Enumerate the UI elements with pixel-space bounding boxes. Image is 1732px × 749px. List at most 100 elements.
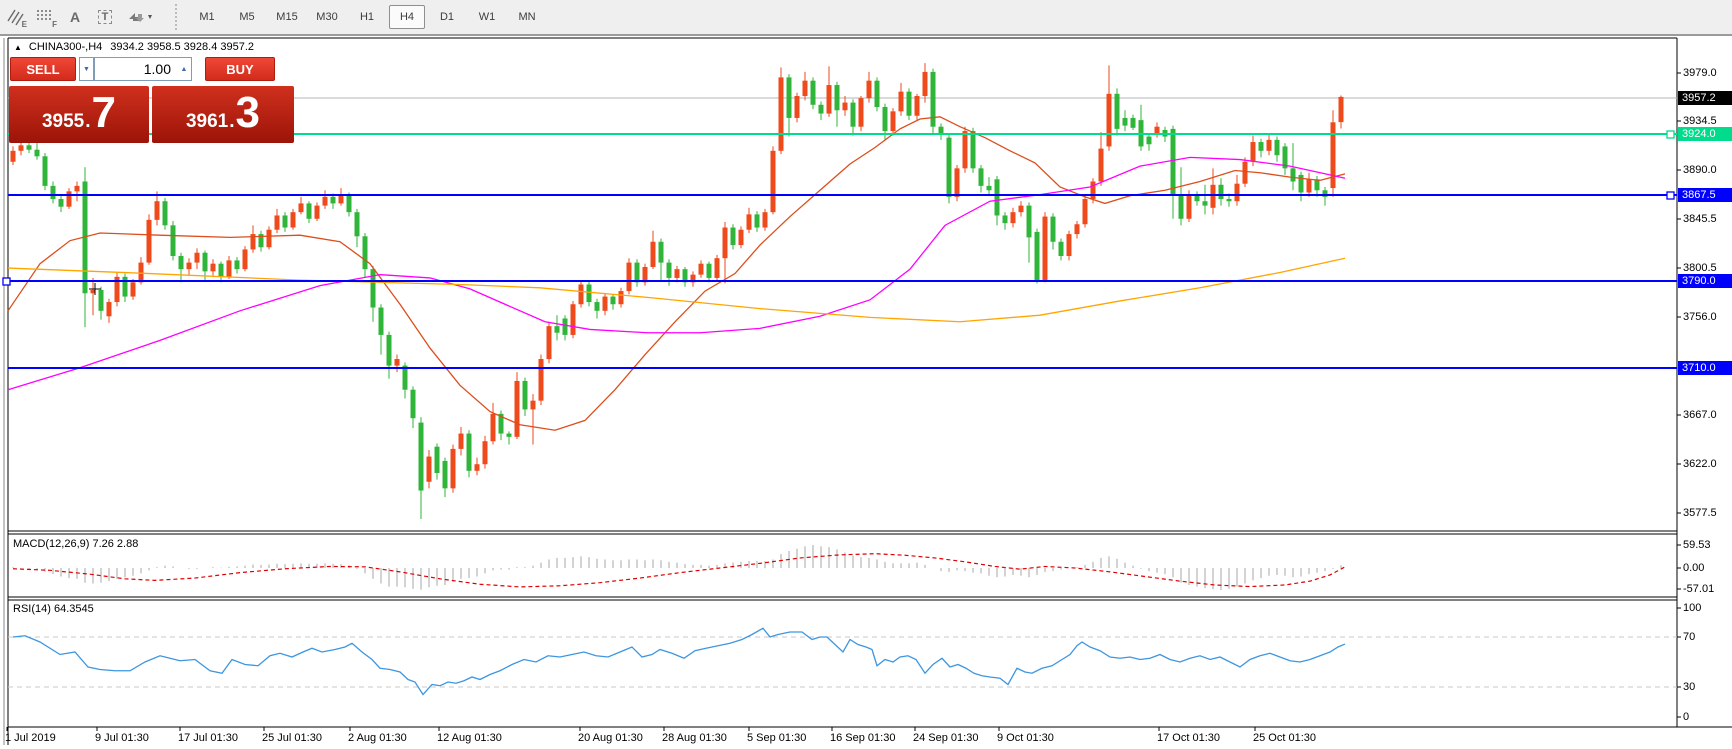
candle-body (763, 212, 768, 227)
fibonacci-retracement-icon[interactable]: F (31, 5, 59, 29)
macd-signal-line (13, 554, 1345, 587)
rsi-tick-label: 100 (1683, 602, 1701, 614)
price-tick-label: 3800.5 (1683, 262, 1717, 274)
candle-body (707, 264, 712, 278)
price-tick-label: 3756.0 (1683, 311, 1717, 323)
level-price-tag: 3790.0 (1678, 274, 1732, 288)
candle-body (835, 85, 840, 110)
candle-body (243, 249, 248, 269)
candle-body (619, 291, 624, 304)
candle-body (491, 414, 496, 441)
text-label-icon[interactable]: T (91, 5, 119, 29)
candle-body (35, 150, 40, 157)
candle-body (1315, 179, 1320, 190)
candle-body (675, 269, 680, 278)
symbol-period-label: CHINA300-,H4 (29, 41, 102, 53)
volume-decrease-button[interactable]: ▼ (79, 57, 94, 81)
timeframe-M1[interactable]: M1 (189, 5, 225, 29)
timeframe-W1[interactable]: W1 (469, 5, 505, 29)
candle-body (1067, 234, 1072, 256)
candle-body (531, 401, 536, 410)
candle-body (715, 258, 720, 278)
text-icon[interactable]: A (61, 5, 89, 29)
candle-body (947, 138, 952, 197)
buy-button[interactable]: BUY (205, 57, 275, 81)
candle-body (403, 366, 408, 390)
candle-body (923, 72, 928, 96)
candle-body (283, 215, 288, 227)
candle-body (131, 282, 136, 296)
sell-quote-tile[interactable]: 3955.7 (9, 86, 149, 143)
candle-body (1059, 242, 1064, 256)
panel-collapse-arrow[interactable]: ▲ (14, 43, 22, 52)
candle-body (347, 196, 352, 212)
candle-body (1331, 122, 1336, 188)
timeframe-M15[interactable]: M15 (269, 5, 305, 29)
candle-body (1267, 140, 1272, 151)
candle-body (427, 457, 432, 482)
equidistant-channel-icon[interactable]: E (1, 5, 29, 29)
candle-body (475, 464, 480, 471)
candle-body (1211, 185, 1216, 208)
arrows-icon[interactable] (121, 5, 159, 29)
volume-increase-button[interactable]: ▲ (177, 57, 192, 81)
candle-body (11, 151, 16, 162)
date-label: 17 Jul 01:30 (178, 732, 238, 744)
candle-body (299, 203, 304, 212)
candle-body (339, 196, 344, 204)
candle-body (315, 206, 320, 219)
date-label: 1 Jul 2019 (5, 732, 56, 744)
candle-body (803, 81, 808, 96)
candle-body (587, 285, 592, 303)
candle-body (515, 381, 520, 437)
candle-body (291, 212, 296, 227)
candle-body (627, 263, 632, 291)
candle-body (307, 203, 312, 218)
sell-button[interactable]: SELL (10, 57, 76, 81)
candle-body (123, 277, 128, 297)
candle-body (219, 264, 224, 277)
candle-body (539, 359, 544, 401)
buy-quote-tile[interactable]: 3961.3 (152, 86, 294, 143)
timeframe-M5[interactable]: M5 (229, 5, 265, 29)
candle-body (1339, 97, 1344, 122)
candle-body (1235, 184, 1240, 202)
candle-body (171, 225, 176, 256)
timeframe-M30[interactable]: M30 (309, 5, 345, 29)
date-label: 5 Sep 01:30 (747, 732, 806, 744)
timeframe-MN[interactable]: MN (509, 5, 545, 29)
candle-body (1275, 140, 1280, 155)
candle-body (1115, 94, 1120, 129)
candle-body (107, 302, 112, 316)
trade-controls-row: SELL ▼ ▲ BUY (10, 57, 294, 83)
candle-body (19, 145, 24, 150)
candle-body (419, 423, 424, 491)
volume-input[interactable] (94, 57, 177, 81)
candle-body (179, 256, 184, 269)
timeframe-H1[interactable]: H1 (349, 5, 385, 29)
candle-body (1083, 199, 1088, 224)
candle-body (995, 179, 1000, 215)
candle-body (1187, 195, 1192, 219)
date-label: 28 Aug 01:30 (662, 732, 727, 744)
candle-body (99, 290, 104, 311)
macd-label: MACD(12,26,9) 7.26 2.88 (13, 538, 138, 550)
toolbar-separator (172, 4, 179, 30)
candle-body (523, 381, 528, 409)
macd-tick-label: 59.53 (1683, 539, 1711, 551)
candle-body (379, 308, 384, 335)
candle-body (579, 285, 584, 305)
timeframe-D1[interactable]: D1 (429, 5, 465, 29)
candle-body (787, 77, 792, 118)
candle-body (1227, 199, 1232, 201)
candle-body (67, 191, 72, 206)
candle-body (915, 96, 920, 116)
candle-body (779, 77, 784, 150)
candle-body (1075, 224, 1080, 234)
candle-body (899, 92, 904, 112)
rsi-label: RSI(14) 64.3545 (13, 603, 94, 615)
level-handle (3, 278, 10, 285)
candle-body (603, 297, 608, 311)
timeframe-H4[interactable]: H4 (389, 5, 425, 29)
candle-body (1035, 232, 1040, 280)
